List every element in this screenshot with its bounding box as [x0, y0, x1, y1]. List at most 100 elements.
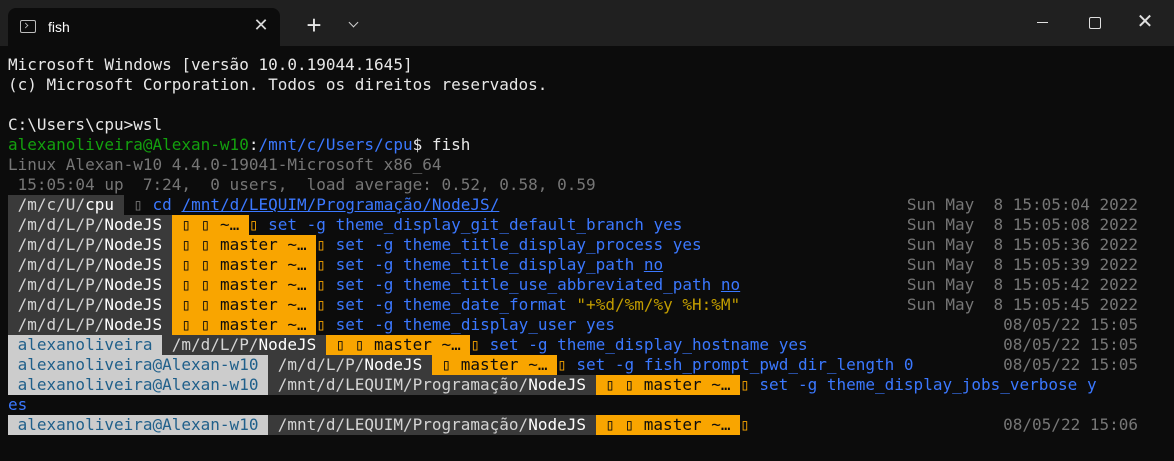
segment-separator-glyph: ▯: [123, 195, 153, 214]
dir-prefix: /m/c/U/: [17, 195, 86, 214]
close-window-button[interactable]: ✕: [1122, 0, 1168, 46]
variable: fish_prompt_pwd_dir_length: [643, 355, 895, 374]
dir-base: cpu: [85, 195, 114, 214]
dir-base: NodeJS: [364, 355, 423, 374]
dir-segment: /m/d/L/P/NodeJS: [162, 335, 326, 355]
git-separator-glyph: ▯: [470, 335, 481, 354]
flag: -g: [374, 235, 394, 254]
dir-prefix: /m/d/L/P/: [162, 335, 259, 354]
flag: -g: [306, 215, 326, 234]
value: yes: [653, 215, 683, 234]
dir-prefix: /m/d/L/P/: [17, 275, 105, 294]
git-segment: ▯ ▯ master ~…: [171, 235, 317, 255]
timestamp: 08/05/22 15:06: [1003, 415, 1138, 434]
dir-base: NodeJS: [528, 415, 586, 434]
git-segment: ▯ master ~…: [431, 355, 558, 375]
git-segment: ▯ ▯ master ~…: [171, 275, 317, 295]
dir-base: NodeJS: [258, 335, 317, 354]
command: set: [489, 335, 519, 354]
variable: theme_date_format: [403, 295, 567, 314]
terminal-icon: [20, 20, 36, 33]
git-segment: ▯ ▯ master ~…: [595, 415, 741, 435]
tab-title: fish: [48, 19, 70, 35]
variable: theme_display_git_default_branch: [335, 215, 644, 234]
dir-segment: /m/d/L/P/NodeJS: [8, 215, 172, 235]
fish-prompt-line: /m/d/L/P/NodeJS ▯ ▯ master ~… ▯ set -g t…: [8, 235, 1168, 255]
fish-prompt-line: /m/c/U/cpu ▯ cd /mnt/d/LEQUIM/Programaçã…: [8, 195, 1168, 215]
variable: theme_title_display_process: [403, 235, 664, 254]
user-segment: alexanoliveira@Alexan-w10: [8, 355, 269, 375]
cmd-prompt-line: C:\Users\cpu>wsl: [8, 115, 1168, 135]
dir-prefix: /m/d/L/P/: [268, 355, 365, 374]
dir-segment: /mnt/d/LEQUIM/Programação/NodeJS: [268, 415, 596, 435]
dir-prefix: /m/d/L/P/: [17, 295, 105, 314]
git-separator-glyph: ▯: [248, 215, 259, 234]
git-separator-glyph: ▯: [316, 295, 326, 314]
fish-prompt-line: /m/d/L/P/NodeJS ▯ ▯ master ~… ▯ set -g t…: [8, 275, 1168, 295]
tab-fish[interactable]: fish ✕: [8, 8, 280, 46]
fish-prompt-line: /m/d/L/P/NodeJS ▯ ▯ master ~… ▯ set -g t…: [8, 295, 1168, 315]
minimize-button[interactable]: [1020, 0, 1066, 46]
dir-segment: /m/d/L/P/NodeJS: [8, 295, 172, 315]
command: cd: [152, 195, 172, 214]
fish-prompt-line: /m/d/L/P/NodeJS ▯ ▯ master ~… ▯ set -g t…: [8, 315, 1168, 335]
value: no: [643, 255, 664, 274]
intro-line: (c) Microsoft Corporation. Todos os dire…: [8, 75, 548, 94]
timestamp: Sun May 8 15:05:39 2022: [906, 255, 1138, 274]
timestamp: Sun May 8 15:05:42 2022: [906, 275, 1138, 294]
dir-base: NodeJS: [104, 215, 163, 234]
current-prompt-line[interactable]: alexanoliveira@Alexan-w10 /mnt/d/LEQUIM/…: [8, 415, 1168, 435]
dir-base: NodeJS: [104, 255, 163, 274]
timestamp: 08/05/22 15:05: [1003, 315, 1138, 334]
dir-base: NodeJS: [104, 315, 163, 334]
git-segment: ▯ ▯ master ~…: [595, 375, 741, 395]
dir-segment: /m/d/L/P/NodeJS: [8, 255, 172, 275]
fish-prompt-line: alexanoliveira@Alexan-w10 /mnt/d/LEQUIM/…: [8, 375, 1168, 395]
flag: -g: [374, 275, 394, 294]
git-separator-glyph: ▯: [316, 235, 326, 254]
command: set: [335, 275, 365, 294]
flag: -g: [374, 295, 394, 314]
value: "+%d/%m/%y %H:%M": [576, 295, 741, 314]
command: set: [335, 295, 365, 314]
timestamp: Sun May 8 15:05:08 2022: [906, 215, 1138, 234]
git-segment: ▯ ▯ ~…: [171, 215, 249, 235]
maximize-button[interactable]: [1071, 0, 1117, 46]
git-separator-glyph: ▯: [740, 415, 750, 434]
git-segment: ▯ ▯ master ~…: [171, 295, 317, 315]
dir-segment: /mnt/d/LEQUIM/Programação/NodeJS: [268, 375, 596, 395]
terminal-output[interactable]: Microsoft Windows [versão 10.0.19044.164…: [8, 55, 1168, 435]
variable: theme_title_use_abbreviated_path: [403, 275, 712, 294]
git-separator-glyph: ▯: [316, 275, 326, 294]
flag: -g: [797, 375, 818, 394]
dir-prefix: /mnt/d/LEQUIM/Programação/: [268, 375, 529, 394]
dir-base: NodeJS: [104, 235, 163, 254]
git-segment: ▯ ▯ master ~…: [325, 335, 471, 355]
value: 0: [903, 355, 914, 374]
fish-prompt-line: /m/d/L/P/NodeJS ▯ ▯ master ~… ▯ set -g t…: [8, 255, 1168, 275]
title-bar: fish ✕ + ✕: [0, 0, 1174, 46]
intro-line: Microsoft Windows [versão 10.0.19044.164…: [8, 55, 413, 74]
tab-dropdown-button[interactable]: [342, 14, 366, 38]
tab-close-button[interactable]: ✕: [250, 14, 272, 36]
timestamp: Sun May 8 15:05:36 2022: [906, 235, 1138, 254]
variable: theme_display_user: [403, 315, 577, 334]
dir-base: NodeJS: [104, 295, 163, 314]
dir-segment: /m/d/L/P/NodeJS: [268, 355, 432, 375]
dir-base: NodeJS: [528, 375, 586, 394]
git-separator-glyph: ▯: [316, 255, 326, 274]
git-segment: ▯ ▯ master ~…: [171, 255, 317, 275]
dir-prefix: /m/d/L/P/: [17, 235, 105, 254]
user-segment: alexanoliveira@Alexan-w10: [8, 375, 269, 395]
command: set: [268, 215, 298, 234]
user-segment: alexanoliveira: [8, 335, 163, 355]
command-arg: /mnt/d/LEQUIM/Programação/NodeJS/: [181, 195, 500, 214]
dir-segment: /m/d/L/P/NodeJS: [8, 275, 172, 295]
value: y: [1086, 375, 1097, 394]
command: set: [759, 375, 789, 394]
dir-segment: /m/c/U/cpu: [8, 195, 124, 215]
timestamp: 08/05/22 15:05: [1003, 335, 1138, 354]
value: yes: [586, 315, 615, 334]
new-tab-button[interactable]: +: [300, 12, 328, 40]
bash-dollar: $: [412, 135, 432, 154]
